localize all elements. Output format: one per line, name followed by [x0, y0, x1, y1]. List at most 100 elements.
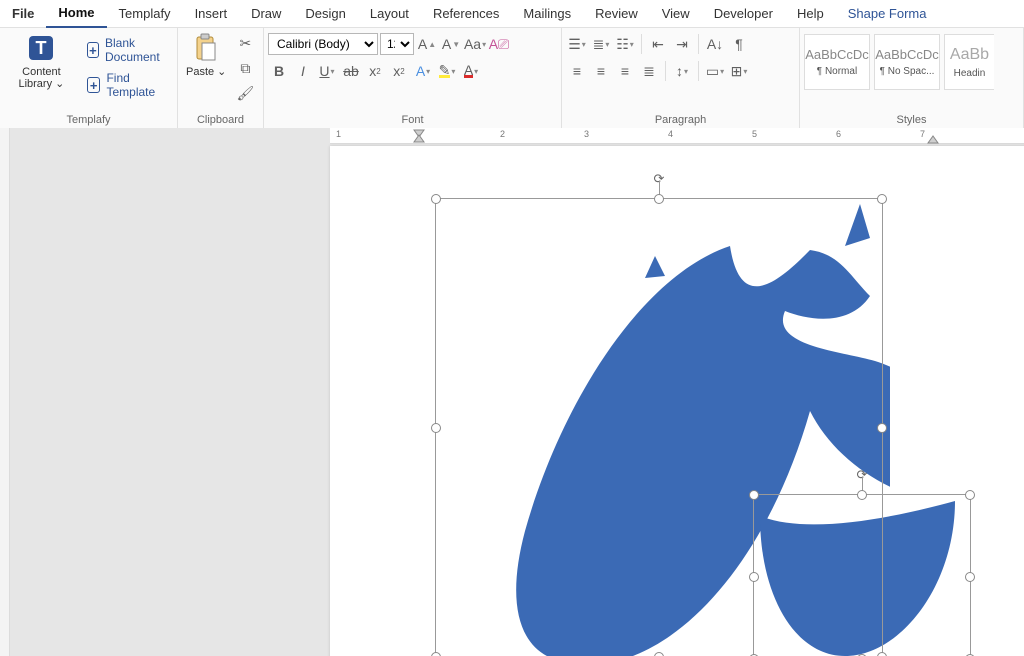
- blank-document-button[interactable]: + Blank Document: [83, 34, 173, 66]
- tab-review[interactable]: Review: [583, 0, 650, 28]
- font-color-button[interactable]: A▾: [460, 60, 482, 82]
- style-sample: AaBbCcDc: [875, 47, 939, 62]
- group-label-clipboard: Clipboard: [182, 112, 259, 128]
- style-nospacing[interactable]: AaBbCcDc ¶ No Spac...: [874, 34, 940, 90]
- tab-file[interactable]: File: [0, 0, 46, 28]
- cut-button[interactable]: ✂: [234, 32, 256, 54]
- tab-insert[interactable]: Insert: [183, 0, 240, 28]
- find-template-button[interactable]: + Find Template: [83, 69, 173, 101]
- tab-shape-format[interactable]: Shape Forma: [836, 0, 939, 28]
- tab-templafy[interactable]: Templafy: [107, 0, 183, 28]
- underline-button[interactable]: U▾: [316, 60, 338, 82]
- separator: [698, 61, 699, 81]
- indent-marker-icon[interactable]: [410, 128, 430, 144]
- group-label-paragraph: Paragraph: [566, 112, 795, 128]
- horizontal-ruler[interactable]: 1 2 3 4 5 6 7: [330, 128, 1024, 144]
- clear-format-button[interactable]: A⎚: [488, 33, 510, 55]
- resize-handle[interactable]: [431, 423, 441, 433]
- separator: [641, 34, 642, 54]
- indent-inc-button[interactable]: ⇥: [671, 33, 693, 55]
- align-left-button[interactable]: ≡: [566, 60, 588, 82]
- page[interactable]: ⟳ ⟳: [330, 146, 1024, 656]
- ruler-mark: 2: [500, 129, 505, 139]
- tab-draw[interactable]: Draw: [239, 0, 293, 28]
- superscript-button[interactable]: x2: [388, 60, 410, 82]
- text-effects-button[interactable]: A▾: [412, 60, 434, 82]
- tab-design[interactable]: Design: [293, 0, 357, 28]
- tab-view[interactable]: View: [650, 0, 702, 28]
- tab-help[interactable]: Help: [785, 0, 836, 28]
- style-heading[interactable]: AaBb Headin: [944, 34, 994, 90]
- resize-handle[interactable]: [857, 490, 867, 500]
- italic-button[interactable]: I: [292, 60, 314, 82]
- paste-label: Paste ⌄: [186, 66, 226, 78]
- paste-button[interactable]: Paste ⌄: [182, 30, 230, 80]
- font-name-select[interactable]: Calibri (Body): [268, 33, 378, 55]
- style-sample: AaBbCcDc: [805, 47, 869, 62]
- blank-document-label: Blank Document: [105, 36, 169, 64]
- tab-references[interactable]: References: [421, 0, 511, 28]
- indent-dec-button[interactable]: ⇤: [647, 33, 669, 55]
- bold-button[interactable]: B: [268, 60, 290, 82]
- resize-handle[interactable]: [654, 194, 664, 204]
- selection-box-small[interactable]: ⟳: [753, 494, 971, 656]
- sort-button[interactable]: A↓: [704, 33, 726, 55]
- content-library-label: Content Library ⌄: [8, 66, 75, 90]
- align-justify-button[interactable]: ≣: [638, 60, 660, 82]
- style-name: ¶ Normal: [817, 66, 857, 77]
- ruler-mark: 4: [668, 129, 673, 139]
- ruler-mark: 3: [584, 129, 589, 139]
- right-indent-marker-icon[interactable]: [926, 135, 942, 145]
- borders-button[interactable]: ⊞▾: [728, 60, 750, 82]
- plus-icon: +: [87, 42, 99, 58]
- plus-icon: +: [87, 77, 101, 93]
- document-area: 1 2 3 4 5 6 7 ⟳: [0, 128, 1024, 656]
- tab-home[interactable]: Home: [46, 0, 106, 28]
- ruler-mark: 6: [836, 129, 841, 139]
- resize-handle[interactable]: [431, 652, 441, 656]
- content-library-button[interactable]: T Content Library ⌄: [4, 30, 79, 92]
- ruler-mark: 7: [920, 129, 925, 139]
- align-center-button[interactable]: ≡: [590, 60, 612, 82]
- strike-button[interactable]: ab: [340, 60, 362, 82]
- align-right-button[interactable]: ≡: [614, 60, 636, 82]
- ruler-mark: 5: [752, 129, 757, 139]
- tab-layout[interactable]: Layout: [358, 0, 421, 28]
- group-label-font: Font: [268, 112, 557, 128]
- resize-handle[interactable]: [749, 572, 759, 582]
- show-marks-button[interactable]: ¶: [728, 33, 750, 55]
- format-painter-button[interactable]: 🖌: [234, 82, 256, 104]
- numbering-button[interactable]: ≣▾: [590, 33, 612, 55]
- font-size-select[interactable]: 12: [380, 33, 414, 55]
- multilevel-button[interactable]: ☷▾: [614, 33, 636, 55]
- bullets-button[interactable]: ☰▾: [566, 33, 588, 55]
- style-normal[interactable]: AaBbCcDc ¶ Normal: [804, 34, 870, 90]
- separator: [698, 34, 699, 54]
- separator: [665, 61, 666, 81]
- style-sample: AaBb: [950, 46, 989, 64]
- line-spacing-button[interactable]: ↕▾: [671, 60, 693, 82]
- resize-handle[interactable]: [749, 490, 759, 500]
- shading-button[interactable]: ▭▾: [704, 60, 726, 82]
- ruler-mark: 1: [336, 129, 341, 139]
- vertical-ruler: [0, 128, 10, 656]
- resize-handle[interactable]: [877, 194, 887, 204]
- style-name: ¶ No Spac...: [880, 66, 935, 77]
- change-case-button[interactable]: Aa▾: [464, 33, 486, 55]
- tab-developer[interactable]: Developer: [702, 0, 785, 28]
- resize-handle[interactable]: [431, 194, 441, 204]
- tab-mailings[interactable]: Mailings: [511, 0, 583, 28]
- group-label-styles: Styles: [804, 112, 1019, 128]
- resize-handle[interactable]: [877, 423, 887, 433]
- resize-handle[interactable]: [965, 572, 975, 582]
- resize-handle[interactable]: [965, 490, 975, 500]
- resize-handle[interactable]: [654, 652, 664, 656]
- find-template-label: Find Template: [106, 71, 169, 99]
- highlight-button[interactable]: ✎▾: [436, 60, 458, 82]
- subscript-button[interactable]: x2: [364, 60, 386, 82]
- copy-button[interactable]: ⧉: [234, 57, 256, 79]
- grow-font-button[interactable]: A▲: [416, 33, 438, 55]
- shrink-font-button[interactable]: A▼: [440, 33, 462, 55]
- svg-text:T: T: [36, 38, 47, 58]
- clipboard-icon: [190, 32, 222, 64]
